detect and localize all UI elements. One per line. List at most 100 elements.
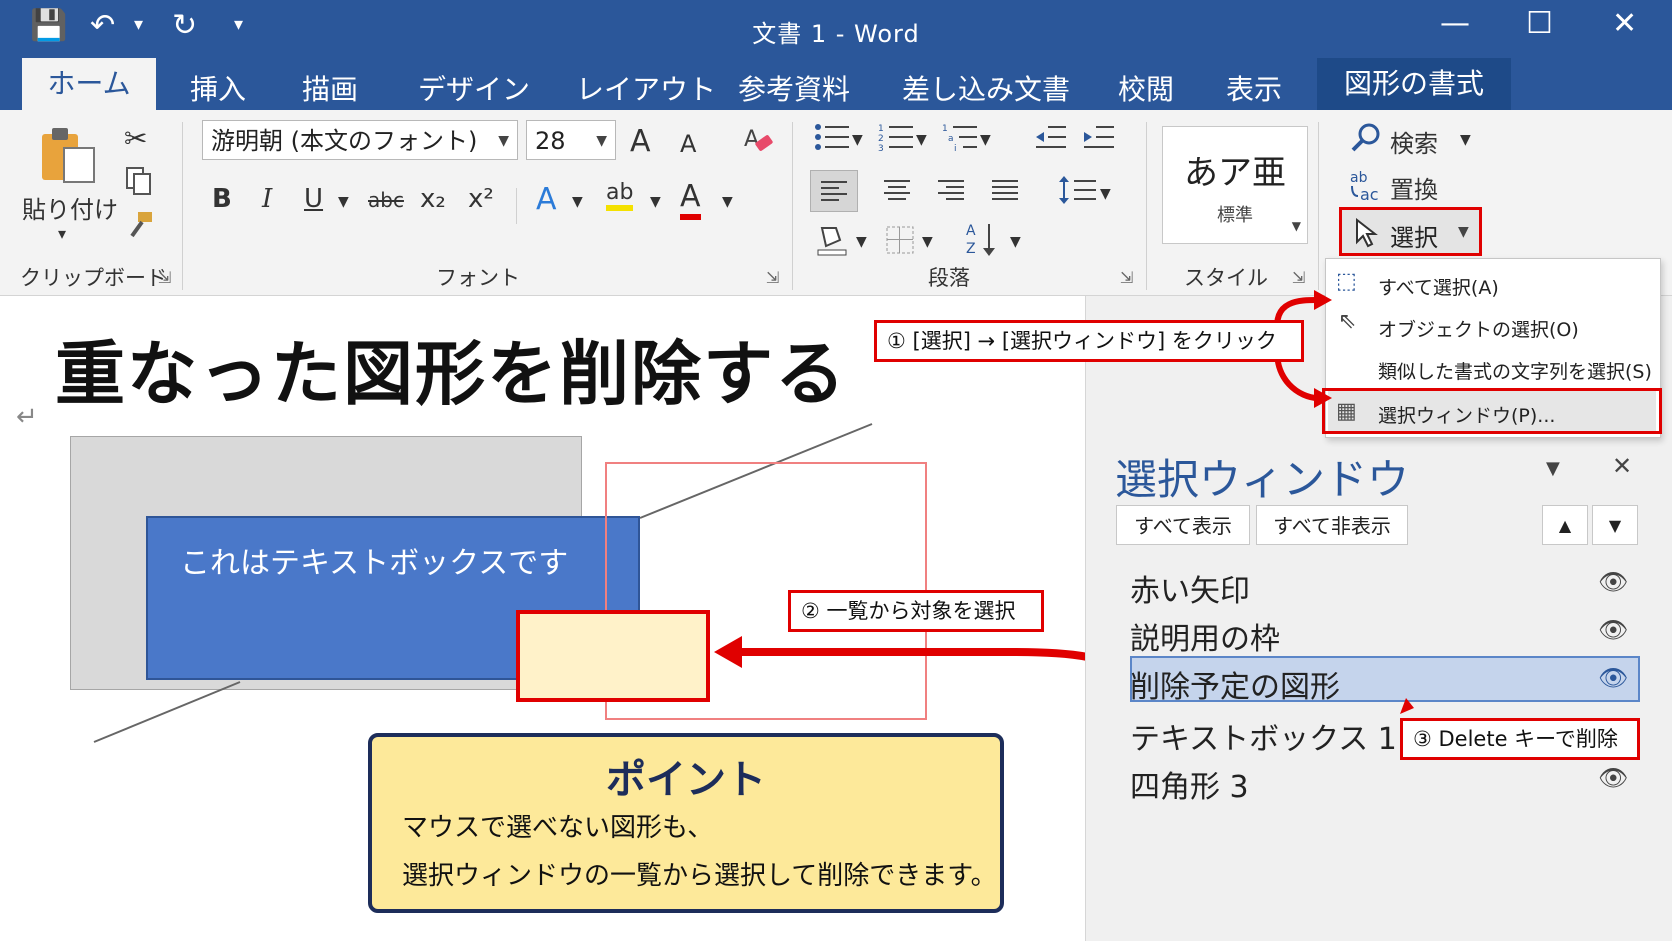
style-gallery-more-icon[interactable]: ▼ (1292, 219, 1301, 233)
minimize-button[interactable]: — (1440, 6, 1470, 41)
numbering-dropdown-icon[interactable]: ▼ (916, 132, 927, 148)
underline-button[interactable]: U (304, 184, 323, 214)
cut-icon[interactable]: ✂ (124, 122, 147, 155)
text-effects-dropdown-icon[interactable]: ▼ (572, 194, 583, 210)
maximize-button[interactable]: ☐ (1526, 6, 1553, 41)
font-size-select[interactable]: 28 ▼ (526, 120, 616, 160)
hide-all-button[interactable]: すべて非表示 (1256, 505, 1408, 545)
text-effects-button[interactable]: A (536, 182, 557, 217)
tab-draw[interactable]: 描画 (302, 68, 358, 108)
borders-dropdown-icon[interactable]: ▼ (922, 234, 933, 250)
decrease-indent-icon[interactable] (1034, 122, 1066, 159)
paste-dropdown-icon[interactable]: ▾ (58, 224, 66, 243)
bullets-icon[interactable] (814, 122, 850, 159)
sort-dropdown-icon[interactable]: ▼ (1010, 234, 1021, 250)
chevron-down-icon: ▼ (498, 133, 509, 149)
find-icon[interactable] (1350, 122, 1382, 158)
pane-close-icon[interactable]: ✕ (1612, 452, 1632, 480)
font-name-select[interactable]: 游明朝 (本文のフォント) ▼ (202, 120, 518, 160)
chevron-down-icon: ▼ (596, 133, 607, 149)
menu-select-all[interactable]: すべて選択(A) (1378, 273, 1499, 300)
tab-shape-format[interactable]: 図形の書式 (1317, 58, 1511, 110)
bring-forward-button[interactable]: ▲ (1542, 505, 1588, 545)
replace-icon[interactable]: ab ac (1348, 168, 1384, 206)
shrink-font-icon[interactable]: A (680, 130, 696, 158)
tab-view[interactable]: 表示 (1226, 68, 1282, 108)
grow-font-icon[interactable]: A (630, 124, 651, 159)
bold-button[interactable]: B (212, 184, 232, 214)
svg-text:1: 1 (942, 124, 948, 134)
callout-step-3: ③ Delete キーで削除 (1400, 718, 1640, 760)
shading-dropdown-icon[interactable]: ▼ (856, 234, 867, 250)
paragraph-launcher-icon[interactable]: ⇲ (1120, 268, 1133, 287)
increase-indent-icon[interactable] (1082, 122, 1114, 159)
numbering-icon[interactable]: 123 (878, 122, 914, 159)
show-all-button[interactable]: すべて表示 (1116, 505, 1250, 545)
paste-label[interactable]: 貼り付け (22, 190, 118, 225)
style-gallery-normal[interactable]: あア亜 標準 ▼ (1162, 126, 1308, 244)
line-spacing-dropdown-icon[interactable]: ▼ (1100, 186, 1111, 202)
tab-review[interactable]: 校閲 (1118, 68, 1174, 108)
window-title: 文書 1 - Word (752, 20, 920, 48)
eye-icon[interactable]: 👁 (1598, 764, 1628, 792)
eye-icon[interactable]: 👁 (1598, 616, 1628, 644)
point-line-2: 選択ウィンドウの一覧から選択して削除できます。 (402, 861, 997, 891)
sort-icon[interactable]: AZ (966, 220, 1002, 262)
strikethrough-button[interactable]: abc (368, 188, 404, 212)
clear-formatting-icon[interactable]: A (742, 124, 776, 165)
shading-icon[interactable] (814, 222, 850, 262)
close-button[interactable]: ✕ (1612, 6, 1637, 41)
replace-button[interactable]: 置換 (1390, 170, 1438, 205)
clipboard-paste-icon[interactable] (38, 124, 100, 186)
tab-mailings[interactable]: 差し込み文書 (902, 68, 1070, 108)
tab-references[interactable]: 参考資料 (738, 68, 850, 108)
line-spacing-icon[interactable] (1058, 172, 1098, 212)
multilevel-list-icon[interactable]: 1ai (942, 122, 978, 159)
font-color-dropdown-icon[interactable]: ▼ (722, 194, 733, 210)
eye-icon[interactable]: 👁 (1598, 664, 1628, 692)
subscript-button[interactable]: x₂ (420, 184, 446, 214)
find-button[interactable]: 検索 (1390, 124, 1438, 159)
target-shape[interactable] (516, 610, 710, 702)
tab-design[interactable]: デザイン (418, 68, 530, 108)
format-painter-icon[interactable] (126, 210, 156, 247)
paragraph-group-label: 段落 (928, 266, 970, 290)
styles-group-label: スタイル (1184, 266, 1268, 290)
bullets-dropdown-icon[interactable]: ▼ (852, 132, 863, 148)
pane-item-rectangle[interactable]: 四角形 3 (1130, 762, 1249, 806)
align-right-button[interactable] (928, 170, 974, 214)
pane-item-textbox[interactable]: テキストボックス 1 (1130, 714, 1397, 758)
underline-dropdown-icon[interactable]: ▼ (338, 194, 349, 210)
pane-item-red-arrow[interactable]: 赤い矢印 (1130, 566, 1250, 610)
menu-select-similar[interactable]: 類似した書式の文字列を選択(S) (1378, 357, 1652, 384)
clipboard-group-label: クリップボード (20, 266, 167, 290)
pane-item-delete-target[interactable]: 削除予定の図形 (1130, 662, 1340, 706)
svg-text:a: a (948, 134, 954, 144)
pane-item-explain-frame[interactable]: 説明用の枠 (1130, 614, 1280, 658)
align-center-button[interactable] (874, 170, 920, 214)
find-dropdown-icon[interactable]: ▼ (1460, 132, 1471, 148)
copy-icon[interactable] (124, 166, 154, 203)
send-backward-button[interactable]: ▼ (1592, 505, 1638, 545)
svg-text:i: i (954, 144, 957, 152)
tab-insert[interactable]: 挿入 (190, 68, 246, 108)
italic-button[interactable]: I (262, 184, 272, 214)
point-line-1: マウスで選べない図形も、 (402, 813, 714, 843)
menu-select-objects[interactable]: オブジェクトの選択(O) (1378, 315, 1579, 342)
tab-layout[interactable]: レイアウト (576, 68, 716, 108)
pane-options-icon[interactable]: ▼ (1546, 458, 1560, 479)
superscript-button[interactable]: x² (468, 184, 494, 214)
borders-icon[interactable] (884, 224, 916, 260)
font-launcher-icon[interactable]: ⇲ (766, 268, 779, 287)
tab-home[interactable]: ホーム (22, 58, 156, 110)
svg-text:Z: Z (966, 241, 976, 257)
svg-text:ab: ab (1350, 170, 1368, 186)
align-left-button[interactable] (810, 170, 858, 212)
font-color-button[interactable]: A (680, 180, 701, 220)
eye-icon[interactable]: 👁 (1598, 568, 1628, 596)
highlight-button[interactable]: ab (606, 180, 634, 211)
multilevel-dropdown-icon[interactable]: ▼ (980, 132, 991, 148)
justify-button[interactable] (982, 170, 1028, 214)
highlight-dropdown-icon[interactable]: ▼ (650, 194, 661, 210)
clipboard-launcher-icon[interactable]: ⇲ (158, 268, 171, 287)
